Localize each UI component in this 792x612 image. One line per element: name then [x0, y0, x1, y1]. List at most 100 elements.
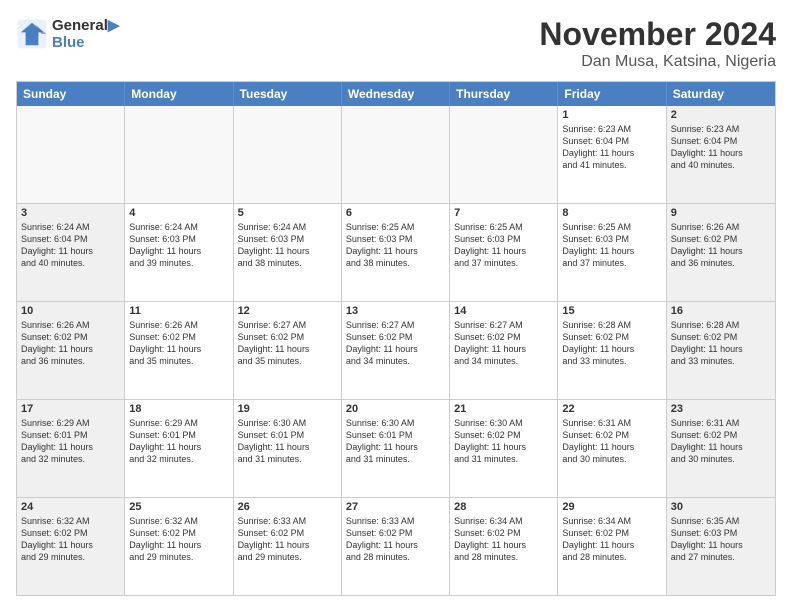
- calendar-week-5: 24 Sunrise: 6:32 AM Sunset: 6:02 PM Dayli…: [17, 498, 775, 595]
- day-number: 30: [671, 501, 771, 513]
- calendar-week-2: 3 Sunrise: 6:24 AM Sunset: 6:04 PM Daylig…: [17, 204, 775, 302]
- day-info: Sunrise: 6:25 AM Sunset: 6:03 PM Dayligh…: [454, 221, 553, 270]
- empty-cell: [125, 106, 233, 203]
- day-info: Sunrise: 6:25 AM Sunset: 6:03 PM Dayligh…: [346, 221, 445, 270]
- day-number: 7: [454, 207, 553, 219]
- day-number: 12: [238, 305, 337, 317]
- day-cell-21: 21 Sunrise: 6:30 AM Sunset: 6:02 PM Dayli…: [450, 400, 558, 497]
- day-info: Sunrise: 6:32 AM Sunset: 6:02 PM Dayligh…: [129, 515, 228, 564]
- day-number: 3: [21, 207, 120, 219]
- location: Dan Musa, Katsina, Nigeria: [539, 53, 776, 71]
- day-info: Sunrise: 6:24 AM Sunset: 6:03 PM Dayligh…: [129, 221, 228, 270]
- calendar-header: SundayMondayTuesdayWednesdayThursdayFrid…: [17, 82, 775, 106]
- day-info: Sunrise: 6:29 AM Sunset: 6:01 PM Dayligh…: [21, 417, 120, 466]
- day-number: 10: [21, 305, 120, 317]
- day-info: Sunrise: 6:32 AM Sunset: 6:02 PM Dayligh…: [21, 515, 120, 564]
- day-info: Sunrise: 6:30 AM Sunset: 6:02 PM Dayligh…: [454, 417, 553, 466]
- day-cell-17: 17 Sunrise: 6:29 AM Sunset: 6:01 PM Dayli…: [17, 400, 125, 497]
- empty-cell: [234, 106, 342, 203]
- page: General▶ Blue November 2024 Dan Musa, Ka…: [0, 0, 792, 612]
- day-info: Sunrise: 6:24 AM Sunset: 6:04 PM Dayligh…: [21, 221, 120, 270]
- day-number: 28: [454, 501, 553, 513]
- header-day-monday: Monday: [125, 82, 233, 106]
- logo-area: General▶ Blue: [16, 16, 119, 51]
- empty-cell: [450, 106, 558, 203]
- day-info: Sunrise: 6:27 AM Sunset: 6:02 PM Dayligh…: [238, 319, 337, 368]
- day-info: Sunrise: 6:23 AM Sunset: 6:04 PM Dayligh…: [562, 123, 661, 172]
- day-number: 8: [562, 207, 661, 219]
- month-title: November 2024: [539, 16, 776, 53]
- day-cell-9: 9 Sunrise: 6:26 AM Sunset: 6:02 PM Daylig…: [667, 204, 775, 301]
- day-cell-3: 3 Sunrise: 6:24 AM Sunset: 6:04 PM Daylig…: [17, 204, 125, 301]
- day-info: Sunrise: 6:26 AM Sunset: 6:02 PM Dayligh…: [21, 319, 120, 368]
- day-info: Sunrise: 6:30 AM Sunset: 6:01 PM Dayligh…: [346, 417, 445, 466]
- day-number: 23: [671, 403, 771, 415]
- header-day-sunday: Sunday: [17, 82, 125, 106]
- day-number: 4: [129, 207, 228, 219]
- day-info: Sunrise: 6:33 AM Sunset: 6:02 PM Dayligh…: [238, 515, 337, 564]
- day-number: 5: [238, 207, 337, 219]
- day-cell-12: 12 Sunrise: 6:27 AM Sunset: 6:02 PM Dayli…: [234, 302, 342, 399]
- day-cell-19: 19 Sunrise: 6:30 AM Sunset: 6:01 PM Dayli…: [234, 400, 342, 497]
- day-cell-1: 1Sunrise: 6:23 AM Sunset: 6:04 PM Daylig…: [558, 106, 666, 203]
- day-info: Sunrise: 6:26 AM Sunset: 6:02 PM Dayligh…: [129, 319, 228, 368]
- day-number: 17: [21, 403, 120, 415]
- calendar-week-4: 17 Sunrise: 6:29 AM Sunset: 6:01 PM Dayli…: [17, 400, 775, 498]
- day-info: Sunrise: 6:29 AM Sunset: 6:01 PM Dayligh…: [129, 417, 228, 466]
- day-info: Sunrise: 6:30 AM Sunset: 6:01 PM Dayligh…: [238, 417, 337, 466]
- day-info: Sunrise: 6:31 AM Sunset: 6:02 PM Dayligh…: [671, 417, 771, 466]
- day-cell-25: 25 Sunrise: 6:32 AM Sunset: 6:02 PM Dayli…: [125, 498, 233, 595]
- day-number: 24: [21, 501, 120, 513]
- title-area: November 2024 Dan Musa, Katsina, Nigeria: [539, 16, 776, 71]
- day-info: Sunrise: 6:31 AM Sunset: 6:02 PM Dayligh…: [562, 417, 661, 466]
- calendar-week-3: 10 Sunrise: 6:26 AM Sunset: 6:02 PM Dayli…: [17, 302, 775, 400]
- logo-text: General▶ Blue: [52, 16, 119, 51]
- day-cell-30: 30 Sunrise: 6:35 AM Sunset: 6:03 PM Dayli…: [667, 498, 775, 595]
- day-cell-14: 14Sunrise: 6:27 AM Sunset: 6:02 PM Dayli…: [450, 302, 558, 399]
- day-cell-20: 20Sunrise: 6:30 AM Sunset: 6:01 PM Dayli…: [342, 400, 450, 497]
- day-number: 29: [562, 501, 661, 513]
- day-info: Sunrise: 6:33 AM Sunset: 6:02 PM Dayligh…: [346, 515, 445, 564]
- empty-cell: [17, 106, 125, 203]
- day-number: 18: [129, 403, 228, 415]
- day-cell-10: 10 Sunrise: 6:26 AM Sunset: 6:02 PM Dayli…: [17, 302, 125, 399]
- day-cell-29: 29 Sunrise: 6:34 AM Sunset: 6:02 PM Dayli…: [558, 498, 666, 595]
- day-number: 22: [562, 403, 661, 415]
- day-info: Sunrise: 6:27 AM Sunset: 6:02 PM Dayligh…: [454, 319, 553, 368]
- day-number: 27: [346, 501, 445, 513]
- day-cell-4: 4 Sunrise: 6:24 AM Sunset: 6:03 PM Daylig…: [125, 204, 233, 301]
- day-number: 26: [238, 501, 337, 513]
- day-number: 9: [671, 207, 771, 219]
- day-cell-7: 7 Sunrise: 6:25 AM Sunset: 6:03 PM Daylig…: [450, 204, 558, 301]
- day-info: Sunrise: 6:26 AM Sunset: 6:02 PM Dayligh…: [671, 221, 771, 270]
- header-day-wednesday: Wednesday: [342, 82, 450, 106]
- day-number: 6: [346, 207, 445, 219]
- day-number: 15: [562, 305, 661, 317]
- day-cell-28: 28 Sunrise: 6:34 AM Sunset: 6:02 PM Dayli…: [450, 498, 558, 595]
- day-info: Sunrise: 6:35 AM Sunset: 6:03 PM Dayligh…: [671, 515, 771, 564]
- day-cell-15: 15Sunrise: 6:28 AM Sunset: 6:02 PM Dayli…: [558, 302, 666, 399]
- empty-cell: [342, 106, 450, 203]
- day-number: 21: [454, 403, 553, 415]
- day-cell-22: 22 Sunrise: 6:31 AM Sunset: 6:02 PM Dayli…: [558, 400, 666, 497]
- day-info: Sunrise: 6:34 AM Sunset: 6:02 PM Dayligh…: [562, 515, 661, 564]
- day-info: Sunrise: 6:27 AM Sunset: 6:02 PM Dayligh…: [346, 319, 445, 368]
- day-cell-23: 23 Sunrise: 6:31 AM Sunset: 6:02 PM Dayli…: [667, 400, 775, 497]
- day-number: 2: [671, 109, 771, 121]
- day-cell-18: 18 Sunrise: 6:29 AM Sunset: 6:01 PM Dayli…: [125, 400, 233, 497]
- day-number: 13: [346, 305, 445, 317]
- day-cell-8: 8 Sunrise: 6:25 AM Sunset: 6:03 PM Daylig…: [558, 204, 666, 301]
- day-number: 16: [671, 305, 771, 317]
- day-number: 19: [238, 403, 337, 415]
- day-cell-26: 26 Sunrise: 6:33 AM Sunset: 6:02 PM Dayli…: [234, 498, 342, 595]
- logo-icon: [16, 18, 48, 50]
- day-number: 11: [129, 305, 228, 317]
- day-cell-5: 5Sunrise: 6:24 AM Sunset: 6:03 PM Daylig…: [234, 204, 342, 301]
- header-day-saturday: Saturday: [667, 82, 775, 106]
- day-cell-6: 6 Sunrise: 6:25 AM Sunset: 6:03 PM Daylig…: [342, 204, 450, 301]
- header-day-tuesday: Tuesday: [234, 82, 342, 106]
- day-cell-24: 24 Sunrise: 6:32 AM Sunset: 6:02 PM Dayli…: [17, 498, 125, 595]
- day-info: Sunrise: 6:34 AM Sunset: 6:02 PM Dayligh…: [454, 515, 553, 564]
- day-info: Sunrise: 6:25 AM Sunset: 6:03 PM Dayligh…: [562, 221, 661, 270]
- day-number: 25: [129, 501, 228, 513]
